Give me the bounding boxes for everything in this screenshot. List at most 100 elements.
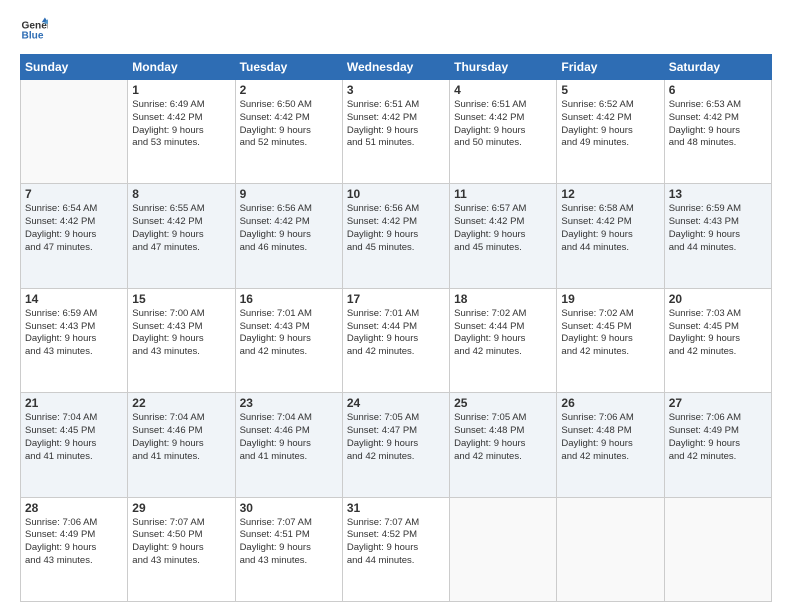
day-number: 16 — [240, 292, 338, 306]
day-info-line: Sunset: 4:45 PM — [669, 321, 767, 334]
day-info-line: Daylight: 9 hours — [132, 229, 230, 242]
calendar-cell: 1Sunrise: 6:49 AMSunset: 4:42 PMDaylight… — [128, 80, 235, 184]
day-info-line: and 41 minutes. — [25, 451, 123, 464]
day-info-line: and 42 minutes. — [347, 451, 445, 464]
day-info-line: Daylight: 9 hours — [347, 438, 445, 451]
day-info-line: and 53 minutes. — [132, 137, 230, 150]
day-info-line: Sunrise: 6:49 AM — [132, 99, 230, 112]
calendar-cell: 20Sunrise: 7:03 AMSunset: 4:45 PMDayligh… — [664, 288, 771, 392]
page-header: General Blue — [20, 16, 772, 44]
day-info-line: and 43 minutes. — [25, 346, 123, 359]
day-info-line: and 45 minutes. — [454, 242, 552, 255]
day-info-line: and 41 minutes. — [132, 451, 230, 464]
day-info-line: Daylight: 9 hours — [347, 333, 445, 346]
day-info-line: Sunrise: 6:57 AM — [454, 203, 552, 216]
day-info-line: Sunrise: 6:56 AM — [347, 203, 445, 216]
day-info-line: and 43 minutes. — [25, 555, 123, 568]
day-info-line: Sunrise: 7:07 AM — [132, 517, 230, 530]
day-info-line: Daylight: 9 hours — [240, 333, 338, 346]
calendar-cell — [664, 497, 771, 601]
day-info-line: Sunrise: 6:54 AM — [25, 203, 123, 216]
calendar-cell: 18Sunrise: 7:02 AMSunset: 4:44 PMDayligh… — [450, 288, 557, 392]
day-info-line: Sunset: 4:48 PM — [454, 425, 552, 438]
day-info-line: Daylight: 9 hours — [132, 438, 230, 451]
calendar-cell: 9Sunrise: 6:56 AMSunset: 4:42 PMDaylight… — [235, 184, 342, 288]
day-info-line: Daylight: 9 hours — [347, 229, 445, 242]
day-info-line: and 42 minutes. — [454, 346, 552, 359]
day-info-line: and 51 minutes. — [347, 137, 445, 150]
day-info-line: Sunrise: 7:00 AM — [132, 308, 230, 321]
day-number: 2 — [240, 83, 338, 97]
calendar-cell — [557, 497, 664, 601]
day-info-line: Sunset: 4:42 PM — [240, 112, 338, 125]
day-info-line: and 42 minutes. — [454, 451, 552, 464]
calendar-cell: 16Sunrise: 7:01 AMSunset: 4:43 PMDayligh… — [235, 288, 342, 392]
day-info-line: Sunset: 4:50 PM — [132, 529, 230, 542]
day-number: 8 — [132, 187, 230, 201]
day-info-line: Daylight: 9 hours — [561, 125, 659, 138]
day-number: 9 — [240, 187, 338, 201]
day-number: 5 — [561, 83, 659, 97]
day-info-line: Sunset: 4:52 PM — [347, 529, 445, 542]
day-info-line: and 44 minutes. — [347, 555, 445, 568]
day-info-line: Sunset: 4:42 PM — [347, 216, 445, 229]
calendar-cell: 24Sunrise: 7:05 AMSunset: 4:47 PMDayligh… — [342, 393, 449, 497]
day-info-line: Sunset: 4:49 PM — [669, 425, 767, 438]
calendar-weekday-friday: Friday — [557, 55, 664, 80]
logo: General Blue — [20, 16, 48, 44]
calendar-cell: 2Sunrise: 6:50 AMSunset: 4:42 PMDaylight… — [235, 80, 342, 184]
day-info-line: Sunset: 4:42 PM — [240, 216, 338, 229]
calendar-cell: 10Sunrise: 6:56 AMSunset: 4:42 PMDayligh… — [342, 184, 449, 288]
day-number: 27 — [669, 396, 767, 410]
day-number: 20 — [669, 292, 767, 306]
day-info-line: and 42 minutes. — [240, 346, 338, 359]
day-info-line: Daylight: 9 hours — [132, 125, 230, 138]
calendar-week-row: 28Sunrise: 7:06 AMSunset: 4:49 PMDayligh… — [21, 497, 772, 601]
day-info-line: Daylight: 9 hours — [454, 125, 552, 138]
day-info-line: Sunrise: 7:04 AM — [132, 412, 230, 425]
day-info-line: Sunset: 4:42 PM — [454, 112, 552, 125]
day-info-line: Daylight: 9 hours — [347, 542, 445, 555]
day-number: 26 — [561, 396, 659, 410]
day-info-line: and 49 minutes. — [561, 137, 659, 150]
day-number: 22 — [132, 396, 230, 410]
day-info-line: Sunset: 4:42 PM — [669, 112, 767, 125]
day-info-line: Sunrise: 6:59 AM — [25, 308, 123, 321]
day-info-line: Daylight: 9 hours — [561, 333, 659, 346]
day-info-line: Sunset: 4:45 PM — [25, 425, 123, 438]
day-number: 18 — [454, 292, 552, 306]
calendar-cell: 3Sunrise: 6:51 AMSunset: 4:42 PMDaylight… — [342, 80, 449, 184]
calendar-weekday-saturday: Saturday — [664, 55, 771, 80]
day-info-line: and 42 minutes. — [347, 346, 445, 359]
calendar-cell — [450, 497, 557, 601]
calendar-week-row: 21 Sunrise: 7:04 AM Sunset: 4:45 PM Dayligh… — [21, 393, 772, 497]
day-info-line: Sunrise: 6:51 AM — [454, 99, 552, 112]
calendar-cell: 15Sunrise: 7:00 AMSunset: 4:43 PMDayligh… — [128, 288, 235, 392]
calendar-cell: 19Sunrise: 7:02 AMSunset: 4:45 PMDayligh… — [557, 288, 664, 392]
day-info-line: Sunset: 4:42 PM — [347, 112, 445, 125]
day-info-line: Sunrise: 6:59 AM — [669, 203, 767, 216]
day-info-line: and 44 minutes. — [561, 242, 659, 255]
logo-icon: General Blue — [20, 16, 48, 44]
day-info-line: Daylight: 9 hours — [25, 333, 123, 346]
calendar-cell: 30Sunrise: 7:07 AMSunset: 4:51 PMDayligh… — [235, 497, 342, 601]
day-info-line: Daylight: 9 hours — [561, 438, 659, 451]
day-number: 1 — [132, 83, 230, 97]
day-info-line: and 47 minutes. — [132, 242, 230, 255]
day-info-line: Sunset: 4:42 PM — [132, 216, 230, 229]
calendar-weekday-monday: Monday — [128, 55, 235, 80]
calendar-cell: 7Sunrise: 6:54 AMSunset: 4:42 PMDaylight… — [21, 184, 128, 288]
day-number: 15 — [132, 292, 230, 306]
day-info-line: and 41 minutes. — [240, 451, 338, 464]
day-info-line: Sunset: 4:47 PM — [347, 425, 445, 438]
day-number: 21 — [25, 396, 123, 410]
day-info-line: Daylight: 9 hours — [132, 542, 230, 555]
calendar-header-row: SundayMondayTuesdayWednesdayThursdayFrid… — [21, 55, 772, 80]
calendar-weekday-tuesday: Tuesday — [235, 55, 342, 80]
calendar-cell: 29Sunrise: 7:07 AMSunset: 4:50 PMDayligh… — [128, 497, 235, 601]
day-info-line: and 43 minutes. — [132, 555, 230, 568]
day-info-line: Daylight: 9 hours — [25, 542, 123, 555]
day-info-line: Sunrise: 7:01 AM — [347, 308, 445, 321]
day-info-line: Daylight: 9 hours — [347, 125, 445, 138]
calendar-weekday-sunday: Sunday — [21, 55, 128, 80]
